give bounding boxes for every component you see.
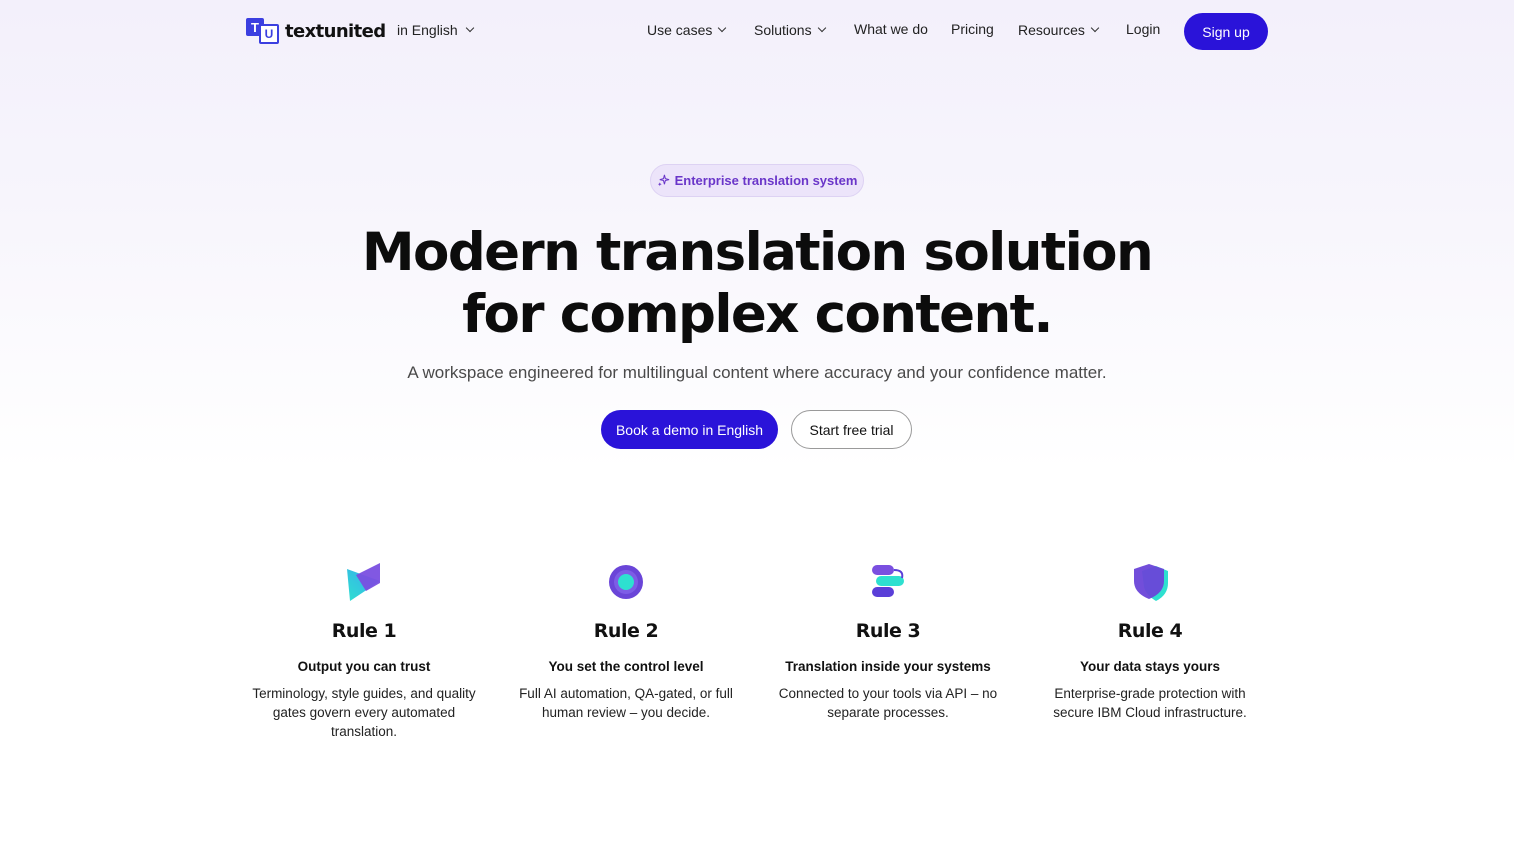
sparkle-icon: [657, 174, 669, 187]
rule-card-3: Rule 3 Translation inside your systems C…: [773, 560, 1003, 722]
logo-mark-icon: T U: [246, 18, 279, 44]
login-link[interactable]: Login: [1126, 21, 1160, 37]
rule-card-1: Rule 1 Output you can trust Terminology,…: [249, 560, 479, 741]
chevron-down-icon: [1090, 23, 1100, 33]
rule-description: Enterprise-grade protection with secure …: [1053, 686, 1247, 720]
start-free-trial-button[interactable]: Start free trial: [791, 410, 912, 449]
nav-use-cases[interactable]: Use cases: [647, 22, 727, 38]
rule-title: Rule 3: [855, 620, 921, 642]
site-header: T U textunited in English Use cases Solu…: [0, 0, 1514, 62]
nav-resources[interactable]: Resources: [1018, 22, 1100, 38]
chevron-down-icon: [465, 23, 474, 33]
nav-what-we-do[interactable]: What we do: [854, 21, 928, 37]
rule-title: Rule 4: [1117, 620, 1183, 642]
chevron-down-icon: [718, 23, 727, 33]
book-demo-button[interactable]: Book a demo in English: [601, 410, 778, 449]
language-label: in English: [397, 22, 458, 38]
nav-use-cases-label: Use cases: [647, 22, 713, 38]
language-selector[interactable]: in English: [397, 22, 474, 38]
triangle-play-icon: [249, 560, 479, 604]
rule-subtitle: Translation inside your systems: [785, 659, 991, 674]
nav-pricing[interactable]: Pricing: [951, 21, 994, 37]
rule-card-4: Rule 4 Your data stays yours Enterprise-…: [1035, 560, 1265, 722]
textunited-logo[interactable]: T U textunited: [246, 18, 386, 44]
nav-solutions[interactable]: Solutions: [754, 22, 826, 38]
rule-card-2: Rule 2 You set the control level Full AI…: [511, 560, 741, 722]
hero-title-line-1: Modern translation solution: [361, 222, 1154, 283]
nav-resources-label: Resources: [1018, 22, 1085, 38]
hero-title: Modern translation solution for complex …: [0, 222, 1514, 346]
hero-subtitle: A workspace engineered for multilingual …: [407, 363, 1107, 382]
shield-icon: [1035, 560, 1265, 604]
rule-description: Full AI automation, QA-gated, or full hu…: [519, 686, 733, 720]
rule-subtitle: Output you can trust: [297, 659, 431, 674]
rule-subtitle: Your data stays yours: [1079, 659, 1221, 674]
rule-description: Terminology, style guides, and quality g…: [252, 686, 476, 739]
rule-title: Rule 2: [593, 620, 659, 642]
control-dial-icon: [511, 560, 741, 604]
nav-solutions-label: Solutions: [754, 22, 812, 38]
hero-badge-label: Enterprise translation system: [674, 173, 858, 188]
logo-letter-u: U: [259, 24, 279, 44]
rule-description: Connected to your tools via API – no sep…: [778, 686, 998, 720]
chevron-down-icon: [817, 23, 826, 33]
signup-button[interactable]: Sign up: [1184, 13, 1268, 50]
hero-title-line-2: for complex content.: [462, 284, 1053, 345]
rule-subtitle: You set the control level: [548, 659, 704, 674]
integration-icon: [773, 560, 1003, 604]
rule-title: Rule 1: [331, 620, 397, 642]
hero-badge: Enterprise translation system: [650, 164, 864, 197]
brand-name: textunited: [285, 20, 386, 42]
